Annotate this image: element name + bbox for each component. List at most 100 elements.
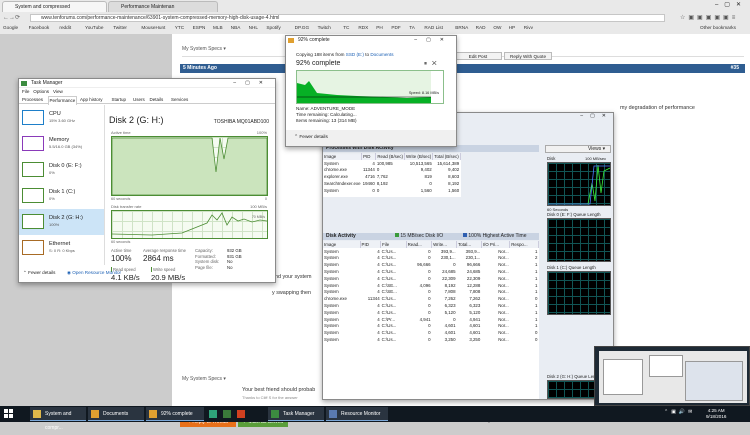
column-header[interactable]: Total... — [456, 241, 482, 248]
bookmark-item[interactable]: reddit — [59, 25, 71, 30]
bookmark-item[interactable]: Google — [3, 25, 18, 30]
bookmark-item[interactable]: HP — [509, 25, 516, 30]
clock[interactable]: 4:25 AM 9/18/2016 — [706, 408, 726, 419]
taskbar-item[interactable] — [236, 407, 246, 421]
views-button[interactable]: Views ▾ — [545, 145, 611, 153]
table-row[interactable]: System 4 C:\Us... 96,666 0 96,666 Nor... 1 — [323, 261, 539, 268]
column-header[interactable]: PID — [360, 241, 382, 248]
bookmark-item[interactable]: MouseHunt — [141, 25, 165, 30]
tab-users[interactable]: Users — [132, 96, 146, 104]
edit-post-button[interactable]: Edit Post — [454, 52, 502, 60]
bookmark-item[interactable]: Facebook — [29, 25, 50, 30]
bookmark-item[interactable]: Spotify — [266, 25, 280, 30]
sidebar-item-ethernet-5[interactable]: Ethernet S: 0 R: 0 Kbps — [19, 235, 104, 261]
system-specs-link[interactable]: My System Specs ▾ — [182, 46, 226, 52]
column-header[interactable]: Read... — [406, 241, 433, 248]
bookmark-item[interactable]: Rivv — [524, 25, 533, 30]
tray-icons[interactable]: ⌃▣🔊✉ — [664, 409, 695, 415]
system-specs-link[interactable]: My System Specs ▾ — [182, 376, 226, 382]
column-header[interactable]: I/O Pri... — [481, 241, 511, 248]
column-header[interactable]: Read (B/sec) — [375, 153, 405, 160]
column-header[interactable]: Respo... — [509, 241, 539, 248]
column-header[interactable]: Image — [323, 241, 361, 248]
column-header[interactable]: Write (B/sec) — [404, 153, 434, 160]
table-row[interactable]: System 4 C:\Us... 0 4,601 4,601 Nor... 0 — [323, 329, 539, 336]
taskbar-item[interactable]: Resource Monitor — [326, 407, 388, 421]
extension-icons[interactable]: ☆▣▣▣▣▣≡ — [680, 14, 738, 21]
bookmark-item[interactable]: YTC — [175, 25, 184, 30]
tab-startup[interactable]: Startup — [111, 96, 128, 104]
taskbar-item[interactable]: 92% complete — [146, 407, 204, 421]
table-row[interactable]: System 4 C:\Us... 0 24,685 24,685 Nor... 1 — [323, 268, 539, 275]
table-row[interactable]: System 4 C:\Us... 0 6,323 6,323 Nor... 1 — [323, 302, 539, 309]
bookmark-item[interactable]: YouTube — [85, 25, 103, 30]
table-row[interactable]: System 4 C:\Us... 0 393,9... 393,9... Nor... 1 — [323, 248, 539, 255]
taskbar-item[interactable]: Task Manager — [268, 407, 324, 421]
menu-view[interactable]: View — [53, 89, 63, 94]
sidebar-item-disk-4[interactable]: Disk 2 (G: H:) 100% — [19, 209, 104, 235]
destination-link[interactable]: Documents — [370, 52, 393, 57]
tab-app-history[interactable]: App history — [79, 96, 104, 104]
table-row[interactable]: System 0 0 1,560 1,560 — [323, 187, 460, 194]
menu-options[interactable]: Options — [33, 89, 49, 94]
tab-services[interactable]: Services — [170, 96, 189, 104]
start-button[interactable] — [4, 409, 13, 418]
bookmark-item[interactable]: NHL — [249, 25, 258, 30]
bookmark-item[interactable]: RDX — [358, 25, 368, 30]
browser-tab-1[interactable]: System and compressed — [2, 1, 107, 12]
fewer-details-link[interactable]: ⌃ Fewer details — [286, 130, 456, 146]
post-number[interactable]: #35 — [731, 64, 739, 73]
bookmark-item[interactable]: DP.GG — [295, 25, 310, 30]
sidebar-item-memory-1[interactable]: Memory 5.5/16.0 GB (34%) — [19, 131, 104, 157]
column-header[interactable]: Total (B/sec) — [432, 153, 461, 160]
tab-processes[interactable]: Processes — [21, 96, 44, 104]
taskbar-item[interactable] — [222, 407, 232, 421]
title-bar[interactable]: Task Manager –▢✕ — [19, 79, 275, 88]
taskbar-thumbnail-preview[interactable] — [594, 346, 750, 406]
bookmark-item[interactable]: OW — [493, 25, 501, 30]
file-copy-dialog[interactable]: 92% complete –▢✕ Copying 188 items from … — [285, 35, 457, 147]
tab-performance[interactable]: Performance — [47, 96, 78, 105]
table-row[interactable]: chrome.exe 11344 C:\Us... 0 7,262 7,262 Nor...… — [323, 295, 539, 302]
table-row[interactable]: System 4 C:\SE... 4,096 8,192 12,288 Nor... 1 — [323, 282, 539, 289]
table-row[interactable]: explorer.exe 4716 7,762 819 8,603 — [323, 173, 460, 180]
title-bar[interactable]: 92% complete –▢✕ — [286, 36, 456, 45]
taskbar-item[interactable]: System and compr... — [30, 407, 86, 431]
window-controls[interactable]: –▢✕ — [543, 113, 613, 122]
sidebar-item-disk-3[interactable]: Disk 1 (C:) 0% — [19, 183, 104, 209]
taskbar-item[interactable] — [208, 407, 218, 421]
table-row[interactable]: chrome.exe 11344 0 9,402 9,402 — [323, 167, 460, 174]
table-row[interactable]: System 4 C:\SE... 0 7,808 7,808 Nor... 1 — [323, 289, 539, 296]
menu-file[interactable]: File — [22, 89, 29, 94]
source-link[interactable]: SSD (E:) — [346, 52, 364, 57]
table-row[interactable]: System 4 C:\Us... 0 3,250 3,250 Nor... 0 — [323, 336, 539, 343]
bookmark-item[interactable]: Twitter — [113, 25, 127, 30]
table-row[interactable]: SearchIndexer.exe 19460 8,192 0 8,192 — [323, 180, 460, 187]
window-controls[interactable]: –▢✕ — [414, 36, 453, 45]
open-resource-monitor-link[interactable]: ◉ Open Resource Monitor — [67, 268, 121, 278]
reply-with-quote-button[interactable]: Reply With Quote — [504, 52, 552, 60]
bookmark-item[interactable]: Twitch — [318, 25, 331, 30]
column-header[interactable]: Image — [323, 153, 363, 160]
nav-icons[interactable]: ←→⟳ — [3, 14, 20, 21]
bookmark-item[interactable]: RAD — [476, 25, 486, 30]
bookmark-item[interactable]: PH — [376, 25, 383, 30]
table-row[interactable]: System 4 C:\Us... 0 230,1... 230,1... Nor... 2 — [323, 255, 539, 262]
table-row[interactable]: System 4 100,985 10,513,565 15,614,389 — [323, 160, 460, 167]
bookmark-item[interactable]: NBA — [231, 25, 241, 30]
taskbar-item[interactable]: Documents — [88, 407, 144, 421]
table-row[interactable]: System 4 C:\Us... 0 5,120 5,120 Nor... 1 — [323, 309, 539, 316]
browser-tab-2[interactable]: Performance Maintenan — [108, 1, 218, 12]
disk-activity-header[interactable]: Disk Activity 15 MB/sec Disk I/O 100% Hi… — [323, 233, 539, 240]
bookmark-item[interactable]: Other bookmarks — [700, 25, 736, 30]
window-controls[interactable]: –▢✕ — [715, 1, 747, 8]
table-row[interactable]: System 4 C:\Us... 0 4,601 4,601 Nor... 1 — [323, 323, 539, 330]
sidebar-item-cpu-0[interactable]: CPU 15% 3.60 GHz — [19, 105, 104, 131]
bookmark-item[interactable]: TA — [409, 25, 415, 30]
bookmark-item[interactable]: BRNA — [455, 25, 468, 30]
table-row[interactable]: System 4 C:\Pr... 4,941 0 4,941 Nor... 1 — [323, 316, 539, 323]
bookmark-item[interactable]: RAD List — [424, 25, 443, 30]
bookmark-item[interactable]: TC — [343, 25, 349, 30]
bookmark-item[interactable]: ESPN — [193, 25, 206, 30]
resource-monitor-window[interactable]: –▢✕ Processes with Disk Activity Image PI… — [322, 112, 614, 400]
